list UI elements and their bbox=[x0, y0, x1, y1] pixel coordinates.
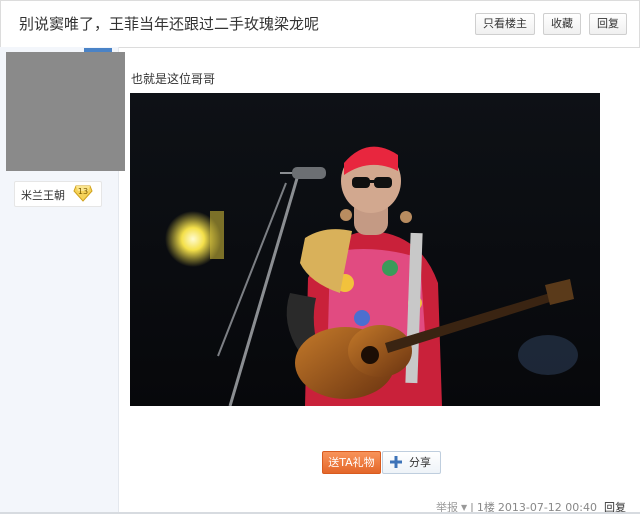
favorite-button[interactable]: 收藏 bbox=[543, 13, 581, 35]
author-card: 米兰王朝 13 bbox=[14, 181, 102, 207]
post-image[interactable] bbox=[130, 93, 600, 406]
share-label: 分享 bbox=[409, 456, 431, 469]
performer-photo bbox=[130, 93, 600, 406]
caret-down-icon[interactable]: ▼ bbox=[461, 503, 467, 512]
share-button[interactable]: 分享 bbox=[382, 451, 441, 474]
thread-header: 别说窦唯了，王菲当年还跟过二手玫瑰梁龙呢 只看楼主 收藏 回复 bbox=[0, 0, 640, 48]
reply-button[interactable]: 回复 bbox=[589, 13, 627, 35]
send-gift-button[interactable]: 送TA礼物 bbox=[322, 451, 381, 474]
only-op-button[interactable]: 只看楼主 bbox=[475, 13, 535, 35]
plus-icon bbox=[390, 456, 402, 468]
author-name[interactable]: 米兰王朝 bbox=[21, 187, 65, 203]
level-badge[interactable]: 13 bbox=[73, 184, 93, 202]
post-content-text: 也就是这位哥哥 bbox=[131, 72, 216, 86]
level-number: 13 bbox=[77, 187, 89, 196]
thread-title: 别说窦唯了，王菲当年还跟过二手玫瑰梁龙呢 bbox=[19, 15, 320, 33]
thread-actions: 只看楼主 收藏 回复 bbox=[475, 13, 627, 35]
tieba-post-page: 别说窦唯了，王菲当年还跟过二手玫瑰梁龙呢 只看楼主 收藏 回复 米兰王朝 13 … bbox=[0, 0, 640, 514]
avatar[interactable] bbox=[6, 52, 125, 171]
